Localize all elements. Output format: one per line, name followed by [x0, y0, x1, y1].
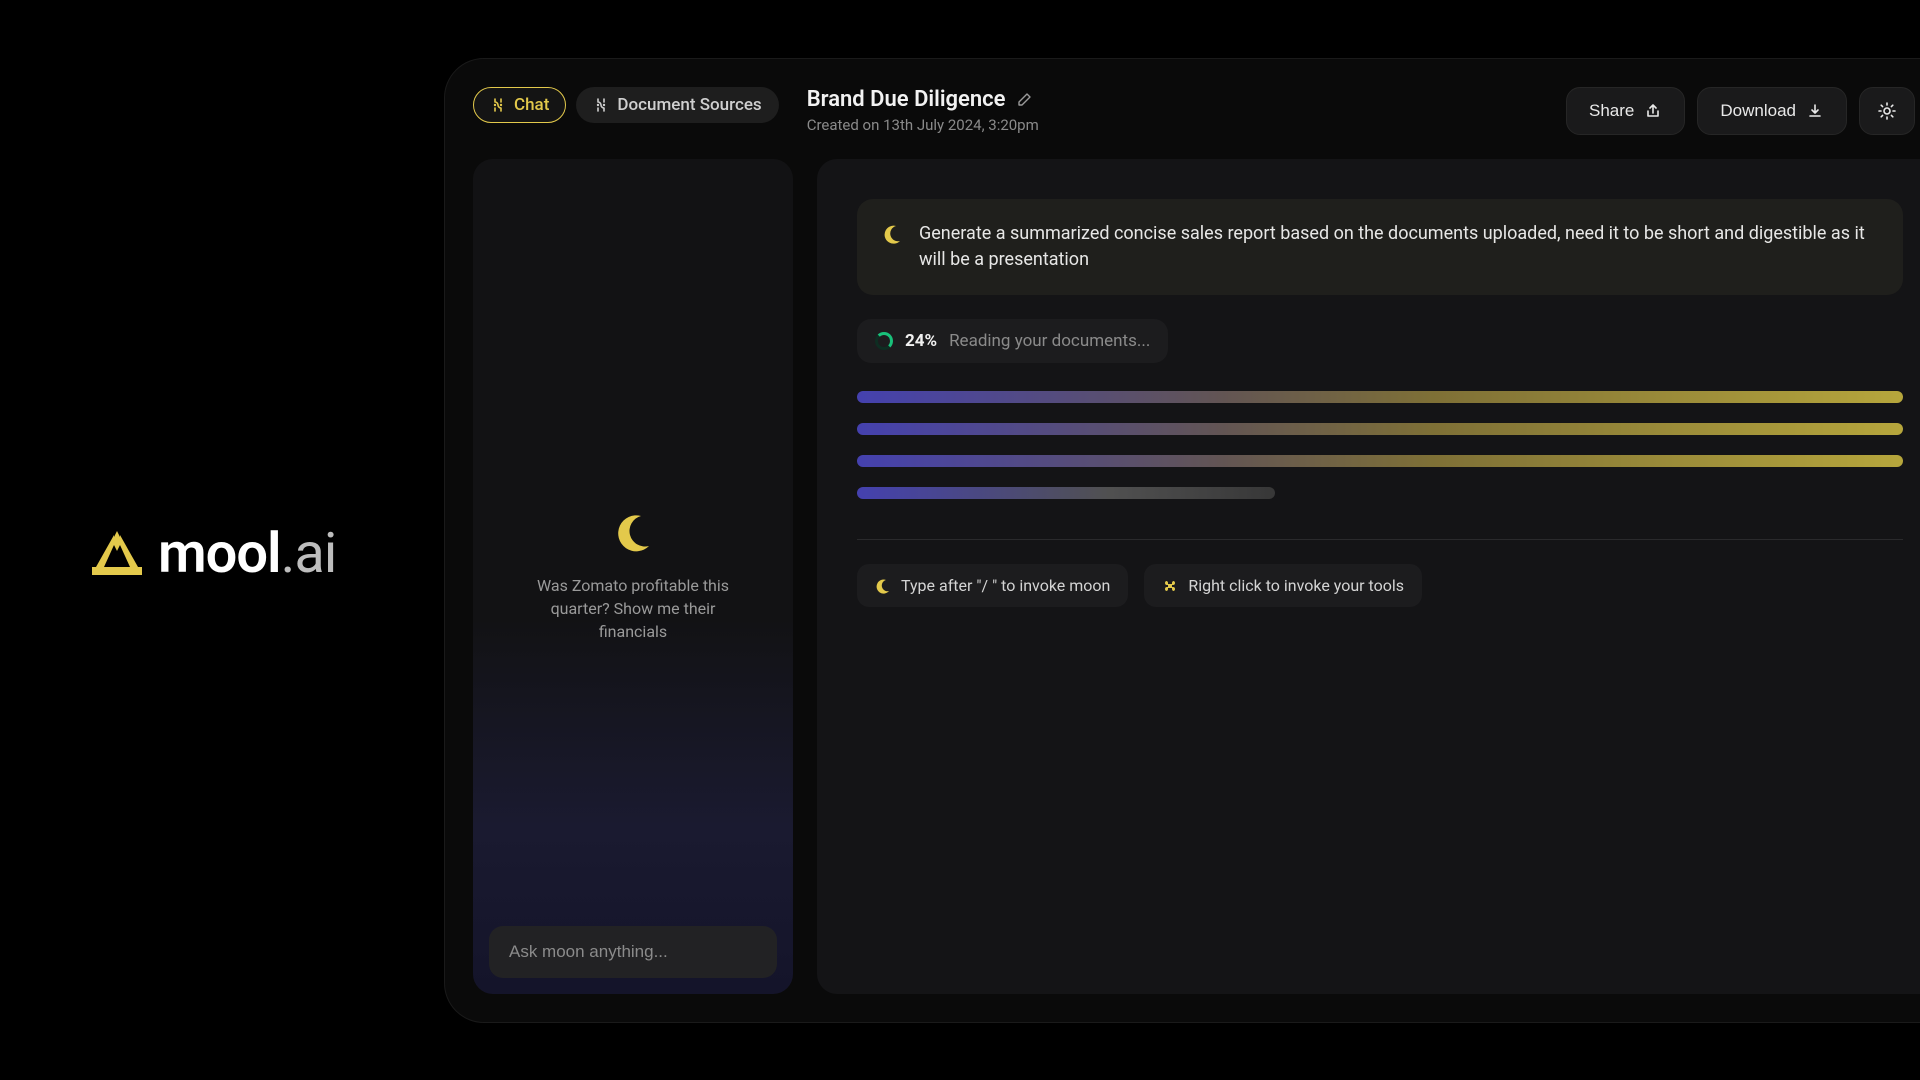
gear-icon	[1877, 101, 1897, 121]
app-window: Chat Document Sources Brand Due Diligenc…	[444, 58, 1920, 1023]
moon-icon	[881, 223, 903, 245]
brand-logo: mool.ai	[92, 520, 336, 586]
hints-row: Type after "/ " to invoke moon Right cli…	[857, 564, 1903, 607]
progress-status: Reading your documents...	[949, 331, 1150, 351]
progress-pill: 24% Reading your documents...	[857, 319, 1168, 363]
command-icon	[1162, 578, 1178, 594]
user-prompt-text: Generate a summarized concise sales repo…	[919, 221, 1879, 273]
tab-chat-label: Chat	[514, 95, 549, 115]
moon-icon	[611, 510, 655, 554]
download-icon	[1806, 102, 1824, 120]
hint-rightclick: Right click to invoke your tools	[1144, 564, 1422, 607]
skeleton-line	[857, 455, 1903, 467]
download-label: Download	[1720, 101, 1796, 121]
share-icon	[1644, 102, 1662, 120]
user-prompt-box: Generate a summarized concise sales repo…	[857, 199, 1903, 295]
document-meta: Created on 13th July 2024, 3:20pm	[807, 116, 1039, 134]
progress-percent: 24%	[905, 331, 937, 351]
chat-panel: Was Zomato profitable this quarter? Show…	[473, 159, 793, 994]
skeleton-line	[857, 391, 1903, 403]
tab-document-sources[interactable]: Document Sources	[576, 87, 778, 123]
download-button[interactable]: Download	[1697, 87, 1847, 135]
share-label: Share	[1589, 101, 1634, 121]
edit-title-icon[interactable]	[1016, 92, 1032, 108]
spinner-icon	[875, 332, 893, 350]
settings-button[interactable]	[1859, 87, 1915, 135]
document-title: Brand Due Diligence	[807, 87, 1006, 112]
compare-icon	[593, 97, 609, 113]
brand-mark-icon	[92, 531, 142, 575]
document-header: Brand Due Diligence Created on 13th July…	[807, 87, 1039, 134]
share-button[interactable]: Share	[1566, 87, 1685, 135]
skeleton-line	[857, 423, 1903, 435]
loading-skeleton	[857, 391, 1903, 499]
chat-input[interactable]	[489, 926, 777, 978]
brand-wordmark: mool.ai	[158, 520, 336, 586]
chat-example-text: Was Zomato profitable this quarter? Show…	[523, 574, 743, 644]
header-actions: Share Download	[1566, 87, 1920, 135]
document-panel: Generate a summarized concise sales repo…	[817, 159, 1920, 994]
tab-docs-label: Document Sources	[617, 95, 761, 115]
skeleton-line	[857, 487, 1275, 499]
divider	[857, 539, 1903, 540]
topbar: Chat Document Sources Brand Due Diligenc…	[473, 87, 1920, 135]
hint-slash: Type after "/ " to invoke moon	[857, 564, 1128, 607]
tab-chat[interactable]: Chat	[473, 87, 566, 123]
hint-slash-text: Type after "/ " to invoke moon	[901, 576, 1110, 595]
moon-icon	[875, 578, 891, 594]
hint-rightclick-text: Right click to invoke your tools	[1188, 576, 1404, 595]
compare-icon	[490, 97, 506, 113]
tabs: Chat Document Sources	[473, 87, 779, 123]
